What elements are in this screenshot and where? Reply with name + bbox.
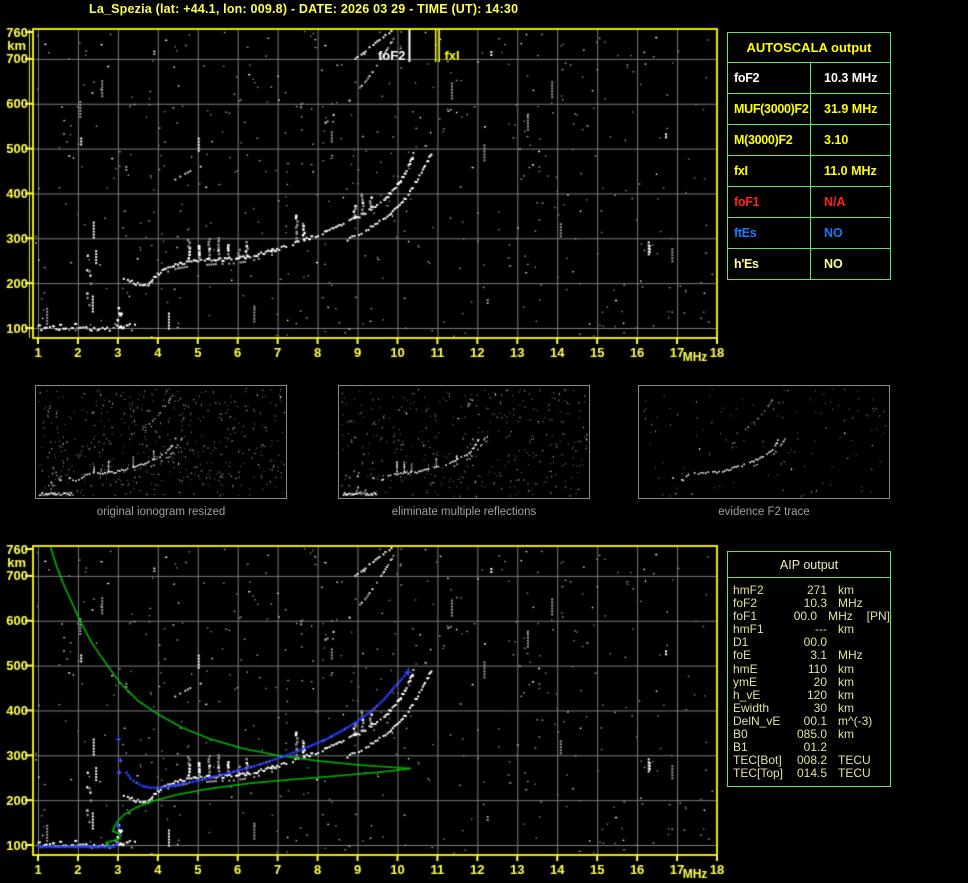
aip-name: TEC[Top] (733, 767, 784, 781)
autoscala-param-value: 10.3 MHz (824, 71, 878, 85)
aip-name: B1 (733, 741, 748, 755)
autoscala-row-fxi: fxI 11.0 MHz (728, 156, 890, 187)
thumbnail-caption-evidence: evidence F2 trace (718, 506, 810, 518)
aip-name: foE (733, 649, 752, 663)
aip-row-ewidth: Ewidth 30 km (733, 700, 890, 715)
autoscala-row-hes: h'Es NO (728, 249, 890, 279)
aip-value: 014.5 (796, 766, 827, 781)
thumbnail-original-ionogram (35, 385, 287, 499)
aip-name: foF2 (733, 597, 758, 611)
autoscala-param-label: fxI (728, 156, 811, 186)
aip-name: foF1 (733, 610, 758, 624)
autoscala-table-rows: foF2 10.3 MHz MUF(3000)F2 31.9 MHz M(3000)F2… (728, 63, 890, 279)
autoscala-param-value: NO (824, 226, 843, 240)
aip-extra: [PN] (866, 609, 890, 624)
aip-name: hmF2 (733, 584, 764, 597)
aip-value: 20 (813, 674, 827, 689)
autoscala-row-ftes: ftEs NO (728, 218, 890, 249)
top-ionogram-canvas (0, 25, 745, 370)
aip-name: h_vE (733, 688, 761, 702)
aip-unit: km (838, 622, 854, 637)
aip-value: 3.1 (810, 648, 827, 663)
autoscala-param-label: h'Es (728, 249, 811, 279)
aip-unit: MHz (838, 648, 863, 663)
autoscala-output-table: AUTOSCALA output foF2 10.3 MHz MUF(3000)F2… (727, 32, 891, 280)
aip-output-table: AIP output hmF2 271 km foF2 10.3 MHz foF1 00.0 M… (727, 551, 891, 787)
aip-row-tectop: TEC[Top] 014.5 TECU (733, 767, 890, 780)
thumbnail-caption-eliminate: eliminate multiple reflections (391, 506, 537, 518)
aip-unit: km (838, 687, 854, 702)
autoscala-row-fof1: foF1 N/A (728, 187, 890, 218)
autoscala-param-label: foF2 (728, 63, 811, 93)
aip-name: B0 (733, 728, 748, 742)
autoscala-row-fof2: foF2 10.3 MHz (728, 63, 890, 94)
autoscala-param-label: MUF(3000)F2 (728, 94, 811, 124)
bottom-ionogram-plot (0, 542, 745, 883)
autoscala-param-value: N/A (824, 195, 846, 209)
aip-table-rows: hmF2 271 km foF2 10.3 MHz foF1 00.0 MHz [PN] hmF1-… (728, 578, 890, 780)
autoscala-window: La_Spezia (lat: +44.1, lon: 009.8) - DAT… (0, 0, 968, 883)
aip-unit: km (838, 674, 854, 689)
thumbnail-eliminate-reflections-canvas (339, 386, 589, 498)
aip-name: Ewidth (733, 701, 770, 715)
aip-value: 110 (807, 661, 827, 676)
aip-name: hmE (733, 662, 758, 676)
aip-value: 00.0 (793, 609, 818, 624)
autoscala-param-label: foF1 (728, 187, 811, 217)
autoscala-row-muf3000f2: MUF(3000)F2 31.9 MHz (728, 94, 890, 125)
aip-name: TEC[Bot] (733, 754, 782, 768)
aip-name: D1 (733, 636, 749, 650)
aip-row-fof1: foF1 00.0 MHz [PN] (733, 610, 890, 623)
autoscala-param-value: 3.10 (824, 133, 849, 147)
aip-unit: TECU (838, 766, 871, 781)
autoscala-param-label: M(3000)F2 (728, 125, 811, 155)
aip-unit: km (838, 661, 854, 676)
autoscala-param-value: 11.0 MHz (824, 164, 877, 178)
aip-row-hme: hmE 110 km (733, 661, 890, 676)
thumbnail-evidence-f2-trace (638, 385, 890, 499)
autoscala-param-value: 31.9 MHz (824, 102, 878, 116)
thumbnail-eliminate-reflections (338, 385, 590, 499)
autoscala-param-value: NO (824, 257, 843, 271)
aip-value: 120 (806, 687, 827, 702)
aip-value: 30 (813, 700, 827, 715)
aip-name: ymE (733, 675, 757, 689)
aip-unit: km (838, 700, 854, 715)
aip-table-header: AIP output (728, 552, 890, 578)
bottom-ionogram-canvas (0, 542, 745, 883)
thumbnail-evidence-f2-trace-canvas (639, 386, 889, 498)
thumbnail-original-ionogram-canvas (36, 386, 286, 498)
aip-row-foe: foE 3.1 MHz (733, 649, 890, 662)
aip-name: hmF1 (733, 623, 764, 637)
thumbnail-caption-original: original ionogram resized (96, 506, 226, 518)
aip-row-yme: ymE 20 km (733, 674, 890, 689)
aip-unit: km (838, 727, 854, 742)
aip-name: DelN_vE (733, 714, 781, 728)
top-ionogram-plot (0, 25, 745, 370)
station-title: La_Spezia (lat: +44.1, lon: 009.8) - DAT… (89, 2, 519, 16)
aip-row-hve: h_vE 120 km (733, 687, 890, 702)
autoscala-param-label: ftEs (728, 218, 811, 248)
autoscala-table-header: AUTOSCALA output (728, 33, 890, 63)
autoscala-row-m3000f2: M(3000)F2 3.10 (728, 125, 890, 156)
